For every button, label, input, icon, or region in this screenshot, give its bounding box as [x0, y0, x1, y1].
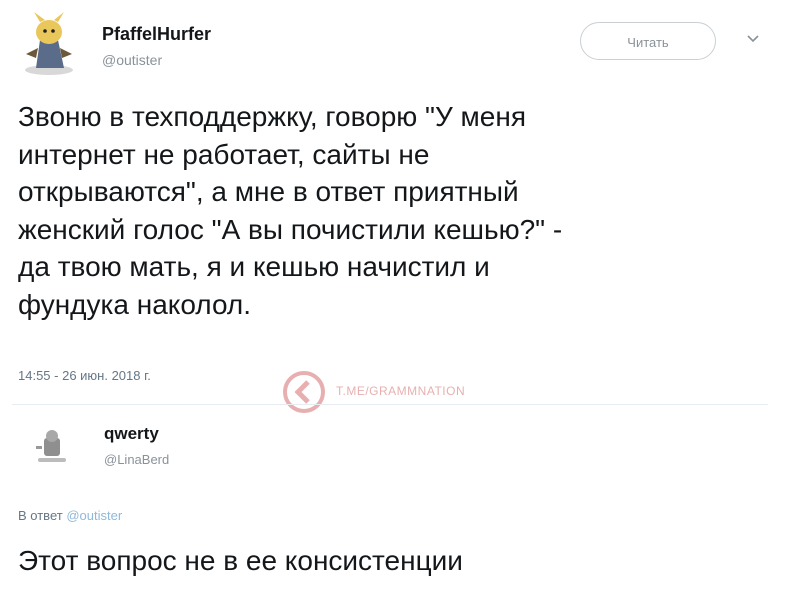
follow-button[interactable]: Читать — [580, 22, 716, 60]
reply-text: Этот вопрос не в ее консистенции — [18, 545, 463, 576]
reply-author-name[interactable]: qwerty — [104, 424, 159, 444]
tweet-timestamp[interactable]: 14:55 - 26 июн. 2018 г. — [18, 368, 151, 383]
watermark-text: T.ME/GRAMMNATION — [336, 384, 466, 398]
author-name[interactable]: PfaffelHurfer — [102, 24, 211, 45]
divider — [12, 404, 768, 405]
chevron-down-icon[interactable] — [746, 34, 760, 44]
watermark: T.ME/GRAMMNATION — [274, 366, 514, 422]
watermark-logo-icon — [283, 371, 325, 413]
reply-avatar[interactable] — [32, 428, 72, 468]
reply-to-mention[interactable]: @outister — [66, 508, 122, 523]
reply-author-handle[interactable]: @LinaBerd — [104, 452, 169, 467]
tweet-header: PfaffelHurfer @outister Читать — [14, 8, 786, 78]
reply-to-prefix: В ответ — [18, 508, 63, 523]
avatar[interactable] — [18, 10, 80, 76]
author-handle[interactable]: @outister — [102, 52, 162, 68]
reply-to-line: В ответ @outister — [18, 508, 122, 523]
tweet-text: Звоню в техподдержку, говорю "У меня инт… — [18, 101, 563, 320]
